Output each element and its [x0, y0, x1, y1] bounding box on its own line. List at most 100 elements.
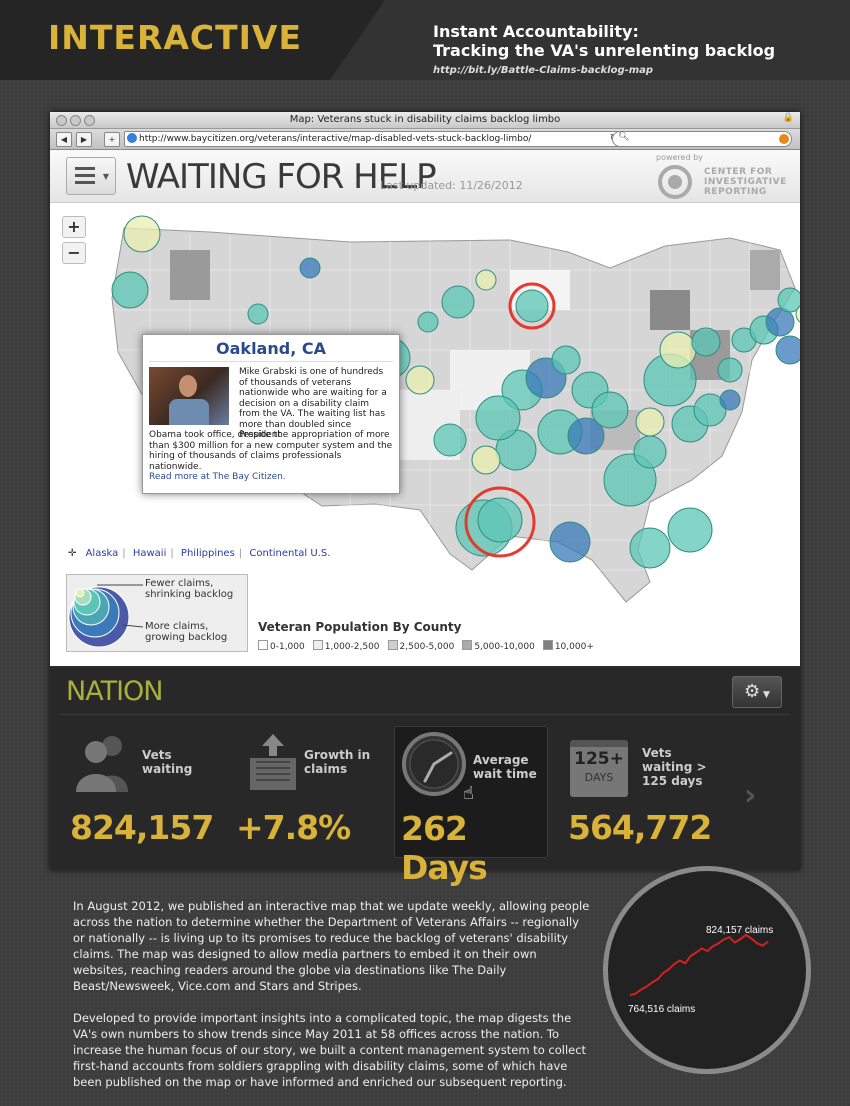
next-arrow-icon[interactable]: › [744, 778, 756, 813]
region-link-philippines[interactable]: Philippines [181, 548, 235, 559]
legend-more-line1: More claims, [145, 621, 209, 632]
stat-vets-waiting[interactable]: Vets waiting 824,157 [62, 726, 222, 856]
population-swatch [312, 640, 323, 650]
add-bookmark-button[interactable]: + [104, 132, 120, 147]
stat-label-line2: claims [304, 762, 348, 776]
clock-icon [402, 732, 466, 796]
article-paragraph-2: Developed to provide important insights … [73, 1011, 587, 1089]
window-title: Map: Veterans stuck in disability claims… [289, 114, 561, 125]
population-bin-label: 10,000+ [554, 642, 594, 652]
search-field[interactable]: 🔍︎ [612, 131, 792, 147]
address-bar[interactable]: http://www.baycitizen.org/veterans/inter… [124, 131, 624, 147]
zoom-in-button[interactable]: + [62, 216, 86, 238]
region-link-hawaii[interactable]: Hawaii [133, 548, 167, 559]
stat-label-line2: wait time [473, 767, 537, 781]
project-title-line2: Tracking the VA's unrelenting backlog [433, 41, 776, 60]
popup-text-2: Obama took office, despite the appropria… [149, 430, 393, 472]
project-title: Instant Accountability: Tracking the VA'… [433, 22, 775, 60]
stat-label: Growth in claims [304, 748, 370, 776]
zoom-out-button[interactable]: − [62, 242, 86, 264]
stat-label-line3: 125 days [642, 774, 703, 788]
org-line2: INVESTIGATIVE [704, 177, 787, 187]
nation-panel: NATION ⚙ ▼ Vets waiting 824,157 Growth i… [50, 668, 800, 887]
population-swatch [258, 640, 268, 650]
population-swatch [462, 640, 473, 650]
org-line3: REPORTING [704, 187, 767, 197]
article-text: In August 2012, we published an interact… [73, 898, 593, 1106]
population-legend-title: Veteran Population By County [258, 620, 462, 634]
move-icon: ✛ [68, 548, 77, 559]
population-bin: 2,500-5,000 [387, 640, 455, 652]
stat-label-line2: waiting [142, 762, 193, 776]
stat-label: Average wait time [473, 753, 537, 781]
back-button[interactable]: ◀ [56, 132, 72, 147]
population-bin: 10,000+ [542, 640, 594, 652]
org-line1: CENTER FOR [704, 167, 773, 177]
claims-trend-chart: 824,157 claims 764,516 claims [603, 866, 811, 1074]
project-title-line1: Instant Accountability: [433, 22, 639, 41]
web-page: ▼ WAITING FOR HELP Last updated: 11/26/2… [50, 150, 800, 666]
region-links: ✛ Alaska | Hawaii | Philippines | Continent… [68, 548, 331, 559]
caret-down-icon: ▼ [760, 690, 770, 700]
stat-label: Vets waiting > 125 days [642, 746, 707, 788]
stat-label-line2: waiting > [642, 760, 707, 774]
start-value-label: 764,516 claims [628, 1004, 695, 1015]
legend-more-line2: growing backlog [145, 632, 228, 643]
stat-label-line1: Vets [642, 746, 672, 760]
population-legend: 0-1,000 1,000-2,500 2,500-5,000 5,000-10,00… [258, 640, 602, 652]
app-header: ▼ WAITING FOR HELP Last updated: 11/26/2… [50, 150, 800, 203]
stat-label: Vets waiting [142, 748, 192, 776]
stat-value: 824,157 [70, 808, 214, 847]
bubble-legend-icon [68, 584, 143, 648]
population-bin: 5,000-10,000 [462, 640, 535, 652]
stat-average-wait-time[interactable]: Average wait time ☝ 262 Days [394, 726, 548, 887]
stat-value: +7.8% [236, 808, 351, 847]
stat-growth-in-claims[interactable]: Growth in claims +7.8% [230, 726, 390, 856]
search-icon: 🔍︎ [618, 132, 630, 142]
population-swatch [542, 640, 553, 650]
stat-value: 262 Days [401, 809, 488, 887]
nation-title: NATION [66, 676, 163, 707]
population-bin-label: 2,500-5,000 [399, 642, 455, 652]
stat-vets-waiting-over-125-days[interactable]: 125+ DAYS Vets waiting > 125 days 564,77… [562, 726, 732, 856]
address-text: http://www.baycitizen.org/veterans/inter… [139, 134, 532, 144]
globe-icon [127, 133, 137, 143]
article-paragraph-1: In August 2012, we published an interact… [73, 899, 590, 993]
stat-label-line1: Average [473, 753, 529, 767]
cir-logo-text[interactable]: CENTER FOR INVESTIGATIVE REPORTING [704, 167, 787, 197]
calendar-unit: DAYS [584, 771, 614, 784]
population-bin-label: 0-1,000 [270, 642, 305, 652]
end-value-label: 824,157 claims [706, 925, 773, 936]
cir-logo-icon[interactable] [658, 165, 692, 199]
stat-label-line1: Growth in [304, 748, 371, 762]
forward-button[interactable]: ▶ [76, 132, 92, 147]
browser-toolbar: ◀ ▶ + http://www.baycitizen.org/veterans… [50, 129, 800, 150]
popup-place-name: Oakland, CA [216, 339, 326, 358]
browser-window: Map: Veterans stuck in disability claims… [50, 112, 800, 887]
lock-icon: 🔒 [782, 113, 794, 123]
bubble-legend: Fewer claims, shrinking backlog More cla… [66, 574, 248, 652]
nation-divider [60, 714, 790, 715]
region-link-alaska[interactable]: Alaska [86, 548, 119, 559]
menu-button[interactable]: ▼ [66, 157, 116, 195]
gear-icon: ⚙ [744, 681, 761, 702]
hand-pointer-icon: ☝ [463, 783, 474, 804]
claims-trend-svg: 824,157 claims 764,516 claims [628, 925, 773, 1015]
people-icon [76, 736, 128, 792]
project-url[interactable]: http://bit.ly/Battle-Claims-backlog-map [433, 65, 653, 76]
legend-fewer-line1: Fewer claims, [145, 578, 214, 589]
veteran-photo [149, 367, 229, 425]
popup-read-more-link[interactable]: Read more at The Bay Citizen. [149, 472, 286, 482]
section-title: INTERACTIVE [48, 18, 302, 57]
calendar-number: 125+ [574, 749, 624, 769]
region-link-continental[interactable]: Continental U.S. [249, 548, 330, 559]
claims-trend-line [629, 933, 769, 996]
location-popup: Oakland, CA Mike Grabski is one of hundr… [142, 334, 400, 494]
search-engine-icon[interactable] [779, 134, 789, 144]
hamburger-icon [75, 167, 95, 185]
population-bin-label: 1,000-2,500 [324, 642, 380, 652]
settings-button[interactable]: ⚙ ▼ [732, 676, 782, 708]
window-titlebar: Map: Veterans stuck in disability claims… [50, 112, 800, 129]
legend-fewer-line2: shrinking backlog [145, 589, 234, 600]
stat-label-line1: Vets [142, 748, 172, 762]
